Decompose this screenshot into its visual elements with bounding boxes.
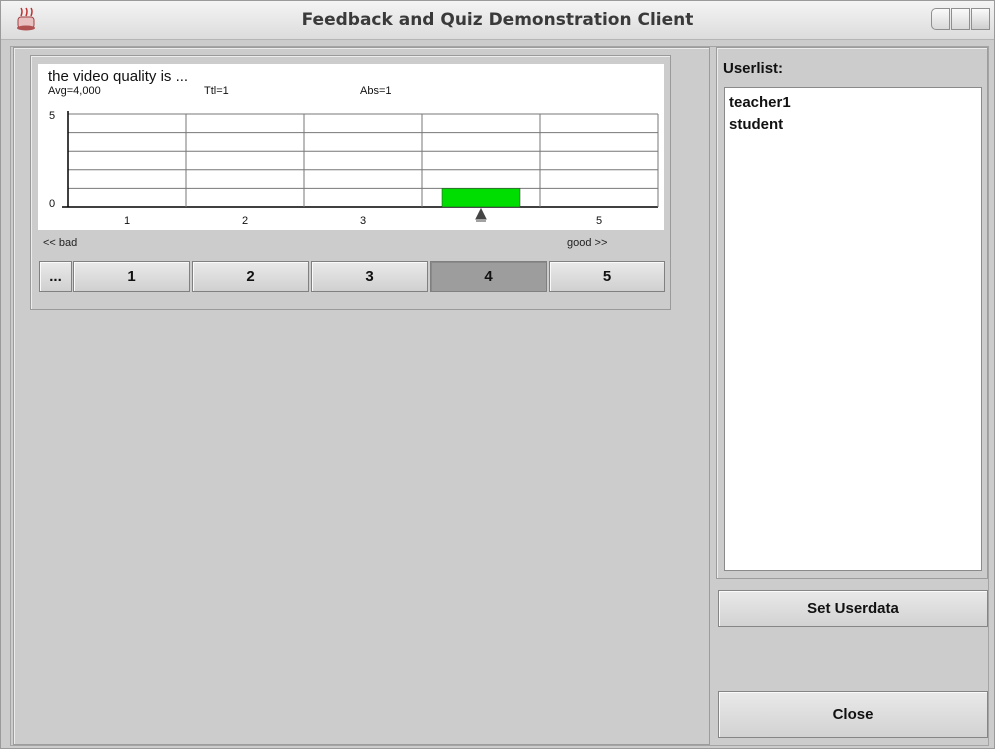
window-controls bbox=[930, 8, 990, 32]
app-window: Feedback and Quiz Demonstration Client t… bbox=[0, 0, 995, 749]
vote-button-1[interactable]: 1 bbox=[73, 261, 190, 292]
chart-plot: 0 5 1 2 3 5 bbox=[49, 110, 659, 227]
y-tick-label: 5 bbox=[49, 110, 55, 122]
title-bar[interactable]: Feedback and Quiz Demonstration Client bbox=[1, 1, 994, 40]
vote-button-2[interactable]: 2 bbox=[192, 261, 309, 292]
selection-marker-icon bbox=[475, 207, 487, 222]
more-options-button[interactable]: ... bbox=[39, 261, 72, 292]
set-userdata-button[interactable]: Set Userdata bbox=[718, 590, 988, 627]
close-button[interactable]: Close bbox=[718, 691, 988, 738]
vote-button-3[interactable]: 3 bbox=[311, 261, 428, 292]
x-tick-label: 2 bbox=[242, 215, 248, 227]
window-title: Feedback and Quiz Demonstration Client bbox=[301, 10, 694, 30]
x-tick-label: 3 bbox=[360, 215, 366, 227]
vote-buttons: ... 1 2 3 4 5 bbox=[39, 261, 665, 292]
list-item[interactable]: teacher1 bbox=[729, 92, 977, 114]
x-tick-label: 5 bbox=[596, 215, 602, 227]
minimize-button[interactable] bbox=[931, 8, 950, 30]
restore-button[interactable] bbox=[951, 8, 970, 30]
bar bbox=[441, 188, 521, 208]
feedback-chart: the video quality is ... Avg=4,000 Ttl=1… bbox=[38, 64, 664, 230]
vote-button-5[interactable]: 5 bbox=[549, 261, 665, 292]
maximize-button[interactable] bbox=[971, 8, 990, 30]
vote-button-4[interactable]: 4 bbox=[430, 261, 547, 292]
list-item[interactable]: student bbox=[729, 114, 977, 136]
x-tick-label: 1 bbox=[124, 215, 130, 227]
good-hint: good >> bbox=[567, 237, 608, 249]
userlist[interactable]: teacher1 student bbox=[724, 87, 982, 571]
y-tick-label: 0 bbox=[49, 198, 55, 210]
userlist-label: Userlist: bbox=[723, 60, 784, 77]
bad-hint: << bad bbox=[43, 237, 78, 249]
